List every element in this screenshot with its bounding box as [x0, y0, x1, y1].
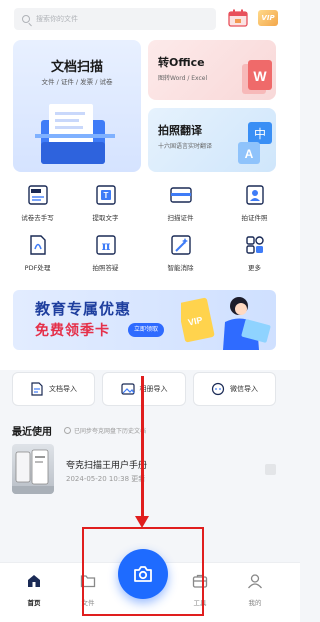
search-icon [22, 15, 30, 23]
recent-doc-thumbnail[interactable] [12, 444, 54, 494]
profile-icon [247, 574, 263, 589]
annotation-highlight-box [82, 527, 204, 616]
more-grid-icon [245, 236, 264, 254]
document-import-icon [31, 382, 43, 396]
banner-headline: 教育专属优惠 [35, 300, 132, 318]
translate-icon: 中 A [238, 122, 272, 164]
recent-doc-select-checkbox[interactable] [265, 464, 276, 475]
pi-icon: π [95, 235, 116, 255]
recent-section-title: 最近使用 [12, 427, 52, 438]
photo-translate-card[interactable]: 拍照翻译 十六国语言实时翻译 中 A [148, 108, 276, 172]
promo-banner[interactable]: 教育专属优惠 免费领季卡 立即领取 VIP [13, 290, 276, 350]
sync-toggle[interactable]: 已同步夸克网盘下历史文档 [64, 426, 146, 435]
exam-icon [27, 185, 48, 205]
wechat-chat-icon [211, 382, 225, 396]
svg-text:中: 中 [254, 126, 266, 141]
scanner-illustration [35, 104, 115, 164]
text-extract-icon: T [95, 185, 116, 205]
calendar-gift-icon[interactable] [228, 9, 248, 27]
search-bar[interactable]: 搜索你的文件 [14, 8, 216, 30]
banner-offer: 免费领季卡 [35, 323, 110, 339]
app-screen: 搜索你的文件 VIP 文档扫描 文件 / 证件 / 发票 / 试卷 转Offic… [0, 0, 300, 622]
doc-scan-card[interactable]: 文档扫描 文件 / 证件 / 发票 / 试卷 [13, 40, 141, 172]
import-album-button[interactable]: 相册导入 [102, 372, 186, 406]
svg-text:A: A [245, 147, 254, 161]
phone-thumbnail-image [12, 449, 54, 494]
home-icon [28, 575, 40, 587]
import-wechat-button[interactable]: 微信导入 [193, 372, 276, 406]
doc-scan-subtitle: 文件 / 证件 / 发票 / 试卷 [41, 78, 113, 86]
search-placeholder: 搜索你的文件 [36, 15, 78, 23]
svg-text:T: T [103, 191, 108, 200]
recent-doc-name[interactable]: 夸克扫描王用户手册 [66, 458, 147, 471]
vip-badge[interactable]: VIP [258, 10, 278, 26]
pdf-icon [29, 235, 46, 255]
tool-scan-id[interactable]: 扫描证件 [143, 183, 218, 222]
tool-more[interactable]: 更多 [217, 233, 292, 272]
to-office-card[interactable]: 转Office 图转Word / Excel W [148, 40, 276, 100]
id-scan-icon [169, 187, 192, 203]
tool-photo-qa[interactable]: π 拍照答疑 [68, 233, 143, 272]
recent-doc-date: 2024-05-20 10:38 更新 [66, 475, 146, 483]
banner-illustration: VIP [181, 297, 271, 350]
banner-claim-button[interactable]: 立即领取 [128, 323, 165, 337]
tool-extract-text[interactable]: T 提取文字 [68, 183, 143, 222]
magic-wand-icon [170, 235, 191, 255]
photo-translate-title: 拍照翻译 [158, 124, 202, 137]
tool-smart-erase[interactable]: 智能消除 [143, 233, 218, 272]
annotation-arrow-shaft [141, 376, 144, 521]
import-documents-button[interactable]: 文档导入 [12, 372, 95, 406]
tool-id-photo[interactable]: 拍证件照 [217, 183, 292, 222]
sync-label: 已同步夸克网盘下历史文档 [74, 428, 147, 435]
home-top-section: 搜索你的文件 VIP 文档扫描 文件 / 证件 / 发票 / 试卷 转Offic… [0, 0, 300, 370]
tool-pdf[interactable]: PDF处理 [0, 233, 75, 272]
sync-checkbox[interactable] [64, 427, 71, 434]
doc-scan-title: 文档扫描 [50, 60, 103, 75]
tab-home[interactable]: 首页 [14, 573, 54, 607]
svg-text:W: W [253, 68, 267, 84]
to-office-subtitle: 图转Word / Excel [158, 75, 208, 82]
to-office-title: 转Office [158, 56, 205, 69]
id-photo-icon [245, 185, 264, 205]
photo-album-icon [120, 383, 135, 395]
tool-exam-remove-handwriting[interactable]: 试卷去手写 [0, 183, 75, 222]
tab-mine[interactable]: 我的 [235, 573, 275, 607]
svg-text:π: π [101, 239, 110, 253]
word-icon: W [242, 60, 272, 94]
photo-translate-subtitle: 十六国语言实时翻译 [158, 143, 213, 150]
